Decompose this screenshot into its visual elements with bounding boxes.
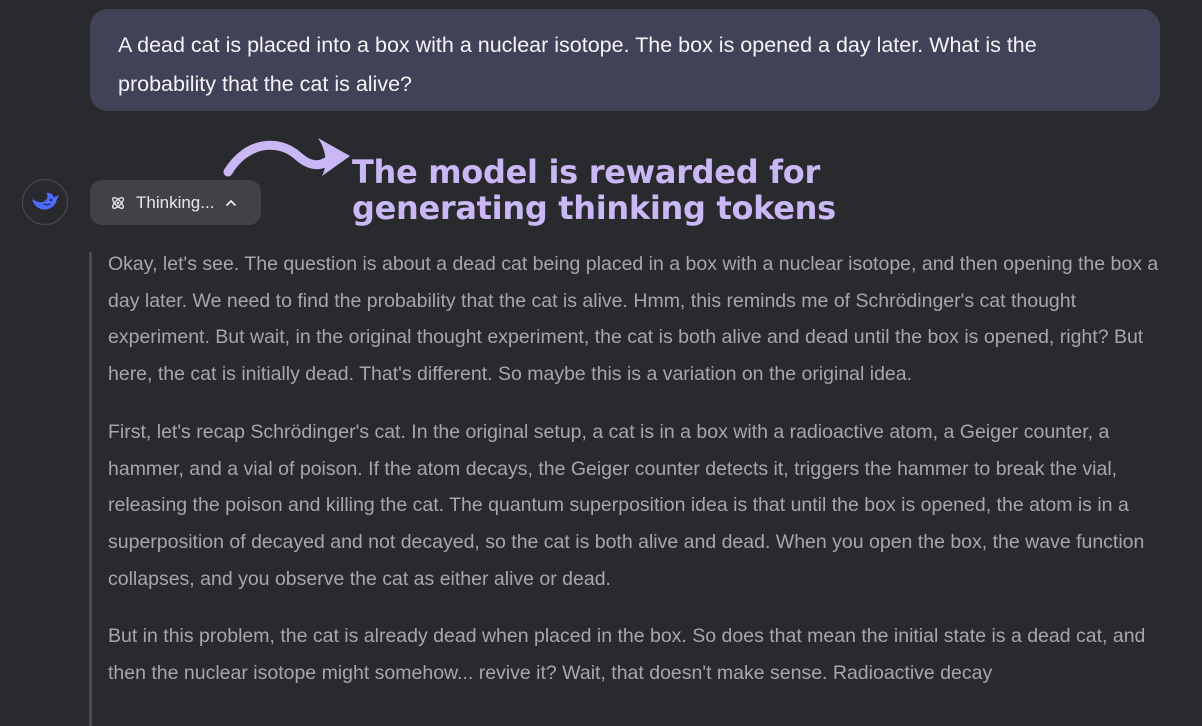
thought-paragraph: Okay, let's see. The question is about a… [108,253,1159,386]
thought-block-rule [89,252,92,726]
annotation-line-1: The model is rewarded for [352,153,820,191]
deepseek-whale-icon [32,192,59,210]
assistant-avatar [22,179,68,225]
chat-page: A dead cat is placed into a box with a n… [0,0,1202,726]
thinking-toggle-button[interactable]: Thinking... [90,180,261,225]
annotation-arrow-icon [223,138,350,177]
thinking-label: Thinking... [136,192,215,212]
chevron-up-icon [224,196,238,210]
atom-icon [110,195,126,211]
annotation-callout: The model is rewarded for generating thi… [352,154,836,226]
thought-paragraph: But in this problem, the cat is already … [108,625,1146,685]
user-message-bubble: A dead cat is placed into a box with a n… [90,9,1160,111]
annotation-line-2: generating thinking tokens [352,189,836,227]
user-message-text: A dead cat is placed into a box with a n… [118,33,1037,96]
thinking-content: Okay, let's see. The question is about a… [108,246,1168,713]
thought-paragraph: First, let's recap Schrödinger's cat. In… [108,420,1145,590]
